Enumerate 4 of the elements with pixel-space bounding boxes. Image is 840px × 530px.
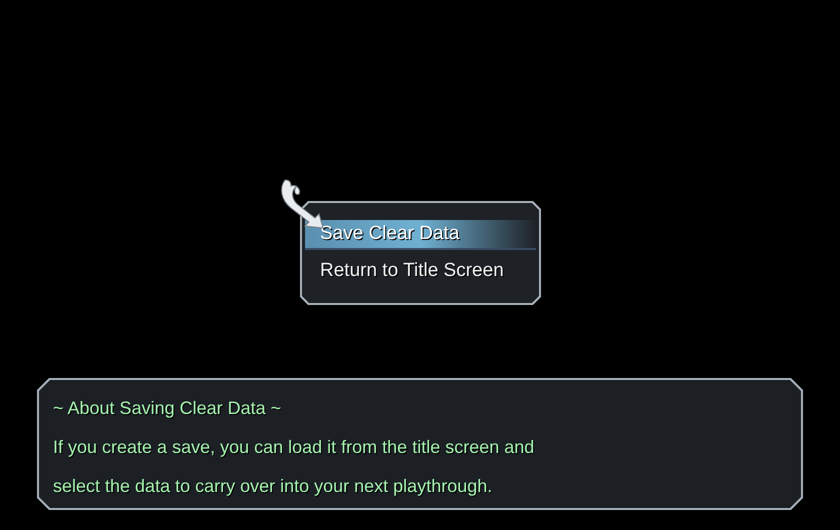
- menu-item[interactable]: Return to Title Screen: [305, 256, 536, 286]
- help-text: select the data to carry over into your next playthrough.: [53, 475, 494, 498]
- help-title: ~ About Saving Clear Data ~: [53, 397, 282, 420]
- help-text: If you create a save, you can load it from the title screen and: [53, 436, 536, 459]
